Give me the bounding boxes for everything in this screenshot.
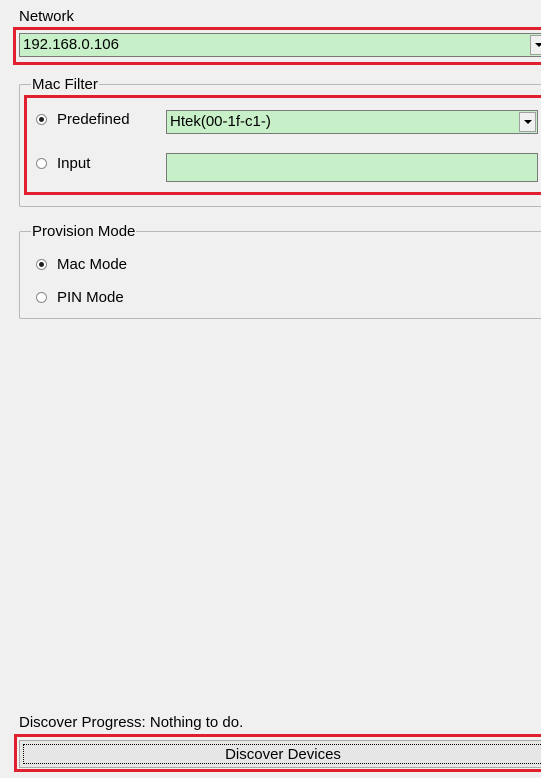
mac-input-field[interactable]	[166, 153, 538, 182]
radio-input-label: Input	[57, 155, 91, 172]
predefined-select-value: Htek(00-1f-c1-)	[170, 113, 271, 130]
radio-mac-mode-label: Mac Mode	[57, 256, 128, 273]
radio-predefined[interactable]: Predefined	[36, 111, 130, 128]
radio-input-indicator[interactable]	[36, 158, 47, 169]
network-label: Network	[19, 8, 75, 25]
discover-devices-button[interactable]: Discover Devices	[19, 740, 541, 768]
predefined-dropdown-button[interactable]	[519, 112, 536, 132]
radio-mac-mode[interactable]: Mac Mode	[36, 256, 127, 273]
radio-selected-dot	[39, 262, 44, 267]
radio-pin-mode-label: PIN Mode	[57, 289, 124, 306]
radio-predefined-indicator[interactable]	[36, 114, 47, 125]
predefined-select[interactable]: Htek(00-1f-c1-)	[166, 110, 538, 134]
radio-selected-dot	[39, 117, 44, 122]
network-select[interactable]: 192.168.0.106	[19, 33, 541, 57]
discover-progress-text: Discover Progress: Nothing to do.	[19, 714, 244, 731]
network-dropdown-button[interactable]	[530, 35, 541, 55]
radio-pin-mode[interactable]: PIN Mode	[36, 289, 124, 306]
radio-predefined-label: Predefined	[57, 111, 130, 128]
discover-devices-label: Discover Devices	[225, 745, 341, 763]
provision-mode-title: Provision Mode	[31, 223, 137, 240]
radio-pin-mode-indicator[interactable]	[36, 292, 47, 303]
chevron-down-icon	[523, 120, 532, 124]
network-select-value: 192.168.0.106	[23, 36, 119, 53]
mac-filter-title: Mac Filter	[31, 76, 99, 93]
chevron-down-icon	[534, 43, 541, 47]
radio-input[interactable]: Input	[36, 155, 90, 172]
radio-mac-mode-indicator[interactable]	[36, 259, 47, 270]
